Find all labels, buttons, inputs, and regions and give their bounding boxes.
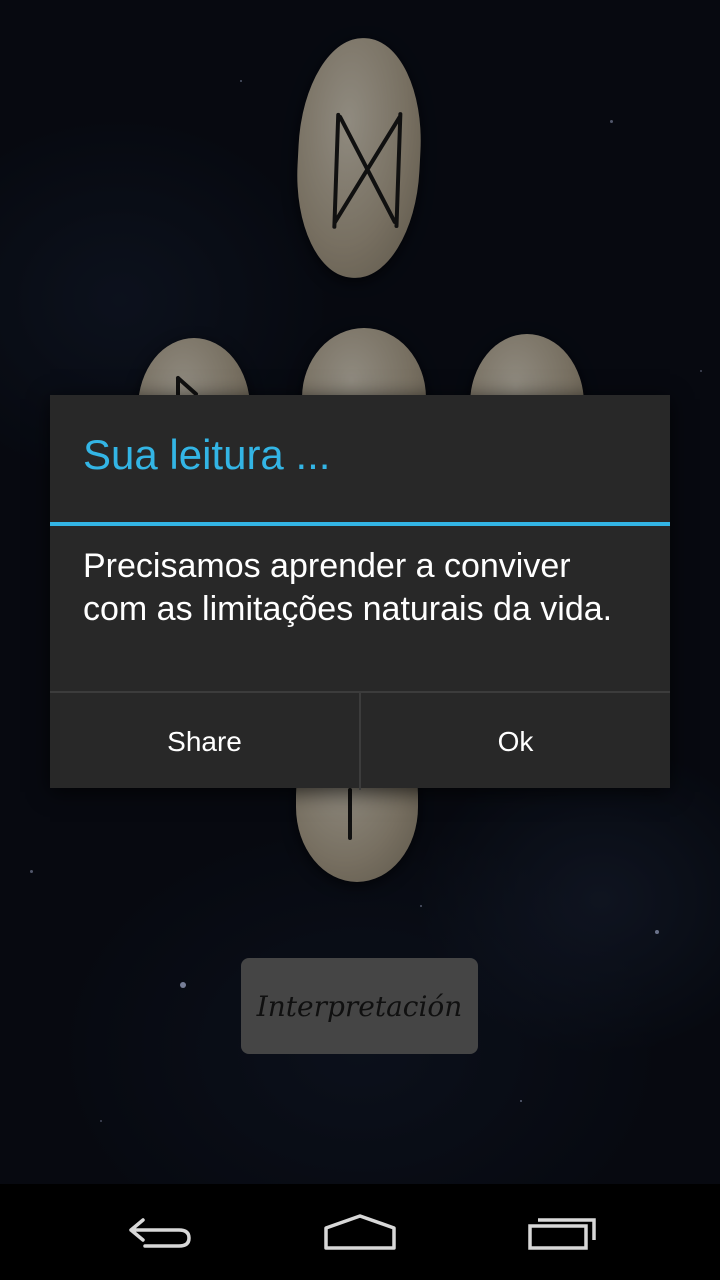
back-button[interactable] <box>105 1202 215 1262</box>
share-button-label: Share <box>167 725 242 757</box>
ok-button[interactable]: Ok <box>359 693 670 790</box>
reading-dialog: Sua leitura ... Precisamos aprender a co… <box>50 395 670 790</box>
home-icon <box>324 1214 396 1250</box>
recent-apps-button[interactable] <box>507 1202 617 1262</box>
ok-button-label: Ok <box>497 725 534 757</box>
dialog-button-bar: Share Ok <box>50 691 670 790</box>
dialog-message: Precisamos aprender a conviver com as li… <box>83 547 613 628</box>
share-button[interactable]: Share <box>50 693 359 790</box>
home-button[interactable] <box>305 1202 415 1262</box>
navigation-bar <box>0 1184 720 1280</box>
dialog-title: Sua leitura ... <box>83 431 331 478</box>
back-icon <box>129 1218 191 1248</box>
recent-apps-icon <box>528 1218 596 1250</box>
dialog-title-divider <box>50 522 670 526</box>
